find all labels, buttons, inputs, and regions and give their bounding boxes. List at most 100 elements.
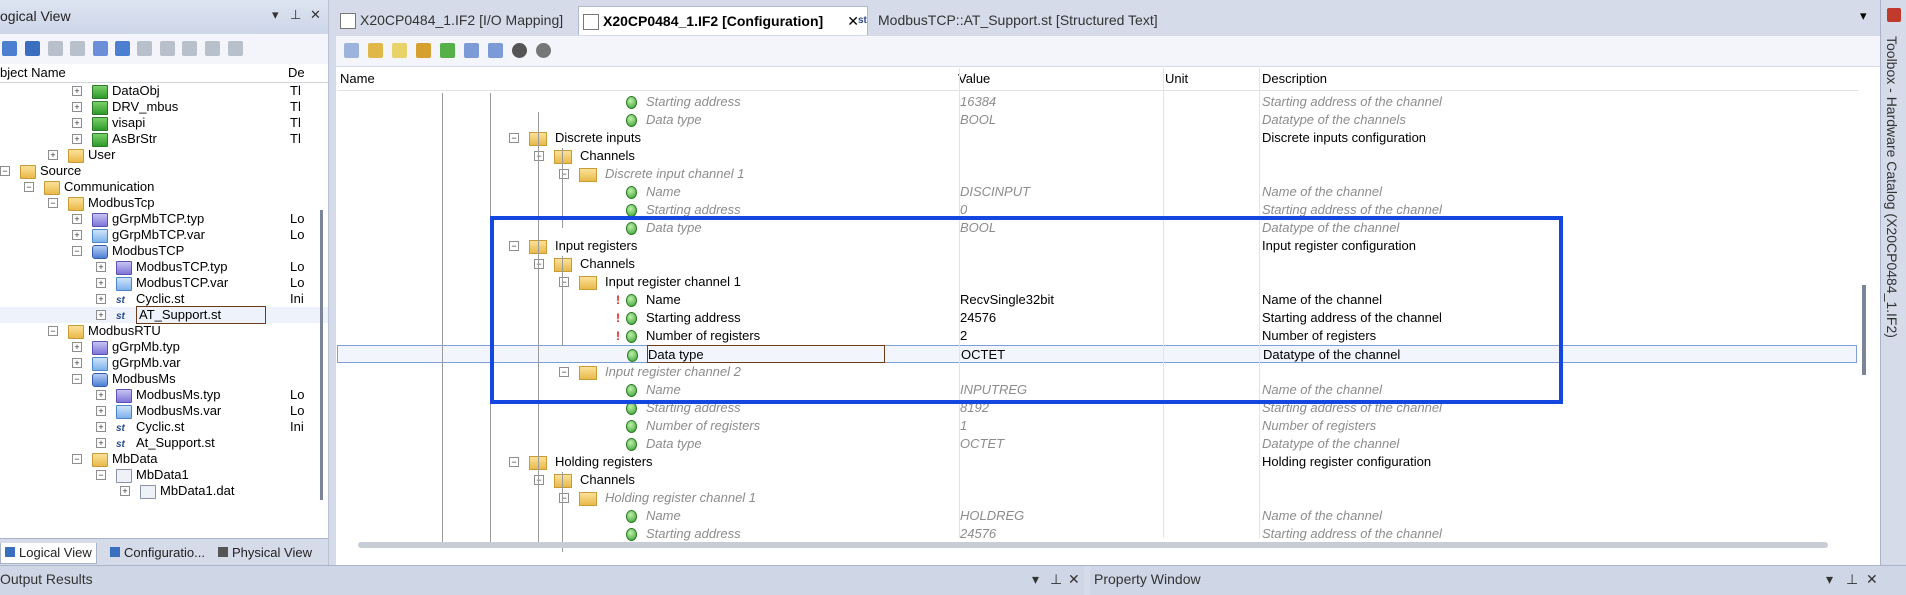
collapse-icon[interactable]: − <box>509 133 519 143</box>
header-description[interactable]: De <box>288 65 305 80</box>
tab-configuration-view[interactable]: Configuratio... <box>106 543 209 563</box>
tree-item[interactable]: + st Cyclic.st Ini <box>0 291 328 307</box>
tree-scrollbar[interactable] <box>320 210 323 500</box>
tree-item[interactable]: + st AT_Support.st <box>0 306 328 324</box>
collapse-icon[interactable]: − <box>24 182 34 192</box>
expand-icon[interactable]: + <box>72 86 82 96</box>
expand-icon[interactable]: + <box>48 150 58 160</box>
row-value[interactable]: HOLDREG <box>960 507 1024 525</box>
tree-item[interactable]: + User <box>0 147 328 163</box>
expand-icon[interactable]: + <box>120 486 130 496</box>
tree-item[interactable]: + DataObj Tl <box>0 83 328 99</box>
tree-item[interactable]: + ModbusMs.typ Lo <box>0 387 328 403</box>
row-value[interactable]: 1 <box>960 417 967 435</box>
col-unit[interactable]: Unit <box>1165 71 1188 86</box>
expand-icon[interactable]: + <box>72 342 82 352</box>
grid-row[interactable]: − Holding register channel 1 <box>337 489 1857 507</box>
output-results-title[interactable]: Output Results <box>0 571 93 587</box>
tree-item[interactable]: − ModbusRTU <box>0 323 328 339</box>
tool-icon[interactable] <box>182 41 197 56</box>
header-object-name[interactable]: bject Name <box>0 65 66 80</box>
row-value[interactable]: OCTET <box>960 435 1004 453</box>
dropdown-icon[interactable]: ▾ <box>1826 571 1833 588</box>
tool-icon[interactable] <box>48 41 63 56</box>
tree-item[interactable]: + MbData1.dat <box>0 483 328 499</box>
tab-io-mapping[interactable]: X20CP0484_1.IF2 [I/O Mapping] <box>336 6 590 34</box>
tool-icon[interactable] <box>160 41 175 56</box>
row-value[interactable]: BOOL <box>960 111 996 129</box>
expand-icon[interactable]: + <box>72 230 82 240</box>
tab-structured-text[interactable]: st ModbusTCP::AT_Support.st [Structured T… <box>854 6 1218 34</box>
expand-icon[interactable]: + <box>72 358 82 368</box>
row-value[interactable]: DISCINPUT <box>960 183 1030 201</box>
grid-row[interactable]: Name HOLDREG Name of the channel <box>337 507 1857 525</box>
tool-icon[interactable] <box>368 43 383 58</box>
tool-icon[interactable] <box>440 43 455 58</box>
tree-item[interactable]: + gGrpMb.typ <box>0 339 328 355</box>
grid-row[interactable]: − Channels <box>337 471 1857 489</box>
expand-icon[interactable]: + <box>72 118 82 128</box>
tree-item[interactable]: + gGrpMbTCP.typ Lo <box>0 211 328 227</box>
col-value[interactable]: Value <box>958 71 990 86</box>
tool-icon[interactable] <box>512 43 527 58</box>
expand-icon[interactable]: + <box>96 262 106 272</box>
tool-icon[interactable] <box>416 43 431 58</box>
expand-icon[interactable]: + <box>96 422 106 432</box>
collapse-icon[interactable]: − <box>559 169 569 179</box>
tool-icon[interactable] <box>344 43 359 58</box>
close-icon[interactable]: ✕ <box>1866 571 1878 588</box>
dropdown-icon[interactable]: ▾ <box>1032 571 1039 588</box>
pin-icon[interactable]: ⊥ <box>1050 571 1062 588</box>
tool-icon[interactable] <box>137 41 152 56</box>
grid-row[interactable]: Starting address 16384 Starting address of… <box>337 93 1857 111</box>
tab-list-dropdown-icon[interactable]: ▾ <box>1860 8 1867 24</box>
collapse-icon[interactable]: − <box>72 374 82 384</box>
tree-item[interactable]: + st At_Support.st <box>0 435 328 451</box>
tree-item[interactable]: − MbData1 <box>0 467 328 483</box>
tree-item[interactable]: + ModbusMs.var Lo <box>0 403 328 419</box>
close-icon[interactable]: ✕ <box>1068 571 1080 588</box>
tool-icon[interactable] <box>228 41 243 56</box>
close-icon[interactable]: ✕ <box>310 7 321 23</box>
expand-icon[interactable]: + <box>96 310 106 320</box>
vertical-scrollbar[interactable] <box>1862 285 1866 375</box>
toolbox-strip[interactable]: Toolbox - Hardware Catalog (X20CP0484_1.… <box>1880 0 1906 594</box>
tree-item[interactable]: − Communication <box>0 179 328 195</box>
collapse-icon[interactable]: − <box>534 151 544 161</box>
collapse-icon[interactable]: − <box>559 493 569 503</box>
expand-icon[interactable]: + <box>72 102 82 112</box>
tool-icon[interactable] <box>205 41 220 56</box>
collapse-icon[interactable]: − <box>72 454 82 464</box>
tab-logical-view[interactable]: Logical View <box>0 543 97 564</box>
grid-row[interactable]: Data type OCTET Datatype of the channel <box>337 435 1857 453</box>
tab-configuration[interactable]: X20CP0484_1.IF2 [Configuration] ✕ <box>578 6 868 35</box>
tool-icon[interactable] <box>392 43 407 58</box>
tree-item[interactable]: + ModbusTCP.typ Lo <box>0 259 328 275</box>
tab-physical-view[interactable]: Physical View <box>214 543 316 563</box>
grid-row[interactable]: − Holding registers Holding register confi… <box>337 453 1857 471</box>
col-name[interactable]: Name <box>340 71 375 86</box>
tool-icon[interactable] <box>115 41 130 56</box>
dropdown-icon[interactable]: ▾ <box>272 7 279 23</box>
row-value[interactable]: 24576 <box>960 525 996 543</box>
tree-item[interactable]: + gGrpMb.var <box>0 355 328 371</box>
tool-icon[interactable] <box>2 41 17 56</box>
grid-row[interactable]: Name DISCINPUT Name of the channel <box>337 183 1857 201</box>
horizontal-scrollbar[interactable] <box>358 542 1828 548</box>
expand-icon[interactable]: + <box>96 438 106 448</box>
collapse-icon[interactable]: − <box>96 470 106 480</box>
grid-row[interactable]: Number of registers 1 Number of registers <box>337 417 1857 435</box>
pin-icon[interactable]: ⊥ <box>1846 571 1858 588</box>
grid-row[interactable]: − Channels <box>337 147 1857 165</box>
tree-item[interactable]: + AsBrStr Tl <box>0 131 328 147</box>
expand-icon[interactable]: + <box>96 278 106 288</box>
collapse-icon[interactable]: − <box>509 457 519 467</box>
tool-icon[interactable] <box>536 43 551 58</box>
tree-item[interactable]: − ModbusTcp <box>0 195 328 211</box>
collapse-icon[interactable]: − <box>48 326 58 336</box>
grid-row[interactable]: Starting address 24576 Starting address of… <box>337 525 1857 543</box>
col-description[interactable]: Description <box>1262 71 1327 86</box>
expand-icon[interactable]: + <box>96 294 106 304</box>
tree-item[interactable]: − ModbusMs <box>0 371 328 387</box>
tool-icon[interactable] <box>70 41 85 56</box>
